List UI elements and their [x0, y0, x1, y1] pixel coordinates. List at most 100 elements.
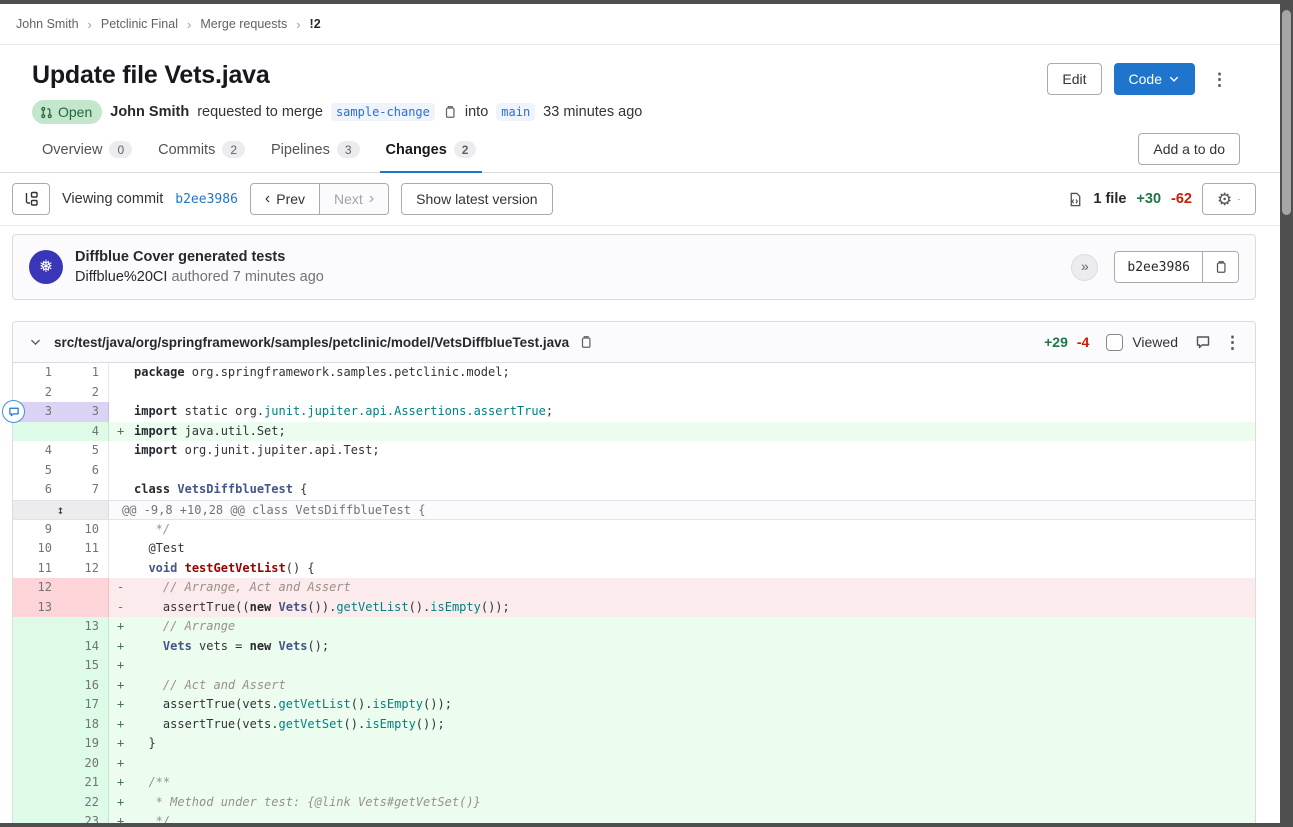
- comment-icon: [1195, 334, 1211, 350]
- breadcrumb-item-merge-requests[interactable]: Merge requests: [200, 17, 287, 31]
- target-branch-label[interactable]: main: [496, 103, 535, 121]
- mr-tabs-bar: Overview0 Commits2 Pipelines3 Changes2 A…: [0, 126, 1280, 173]
- new-line-number[interactable]: 7: [61, 480, 109, 500]
- chevron-down-icon: [1168, 73, 1180, 85]
- collapse-file-button[interactable]: [29, 336, 42, 349]
- old-line-number[interactable]: 13: [13, 598, 61, 618]
- tab-pipelines[interactable]: Pipelines3: [261, 126, 370, 172]
- new-line-number[interactable]: 15: [61, 656, 109, 676]
- double-chevron-right-icon: »: [1081, 258, 1089, 274]
- old-line-number[interactable]: 5: [13, 461, 61, 481]
- diff-row: 56: [13, 461, 1255, 481]
- old-line-number[interactable]: 4: [13, 441, 61, 461]
- new-line-number[interactable]: 23: [61, 812, 109, 823]
- file-tree-toggle-button[interactable]: [12, 183, 50, 215]
- old-line-number[interactable]: [13, 695, 61, 715]
- old-line-number[interactable]: [13, 773, 61, 793]
- new-line-number[interactable]: 17: [61, 695, 109, 715]
- code-button[interactable]: Code: [1114, 63, 1195, 95]
- diff-marker: +: [117, 754, 134, 774]
- code-line: void testGetVetList() {: [109, 559, 1255, 579]
- breadcrumb-item-user[interactable]: John Smith: [16, 17, 79, 31]
- clipboard-icon: [1214, 260, 1228, 274]
- new-line-number[interactable]: 16: [61, 676, 109, 696]
- new-line-number[interactable]: 14: [61, 637, 109, 657]
- old-line-number[interactable]: [13, 637, 61, 657]
- diff-marker: +: [117, 617, 134, 637]
- new-line-number[interactable]: 3: [61, 402, 109, 422]
- old-line-number[interactable]: 1: [13, 363, 61, 383]
- next-commit-button[interactable]: Next›: [320, 183, 389, 215]
- code-text: @Test: [134, 539, 185, 559]
- more-actions-button[interactable]: ⋮: [1207, 63, 1232, 95]
- new-line-number[interactable]: 13: [61, 617, 109, 637]
- new-line-number[interactable]: 4: [61, 422, 109, 442]
- new-line-number[interactable]: [61, 578, 109, 598]
- new-line-number[interactable]: 6: [61, 461, 109, 481]
- new-line-number[interactable]: [61, 598, 109, 618]
- code-text: import static org.junit.jupiter.api.Asse…: [134, 402, 553, 422]
- breadcrumb-item-project[interactable]: Petclinic Final: [101, 17, 178, 31]
- diff-marker: +: [117, 637, 134, 657]
- new-line-number[interactable]: 22: [61, 793, 109, 813]
- copy-path-button[interactable]: [579, 335, 593, 349]
- new-line-number[interactable]: 12: [61, 559, 109, 579]
- old-line-number[interactable]: [13, 676, 61, 696]
- prev-commit-button[interactable]: ‹Prev: [250, 183, 320, 215]
- viewing-commit-text: Viewing commit: [62, 191, 163, 207]
- edit-button[interactable]: Edit: [1047, 63, 1101, 95]
- breadcrumb-item-mr-id: !2: [310, 17, 321, 31]
- mr-author[interactable]: John Smith: [110, 104, 189, 120]
- tab-count-badge: 2: [454, 141, 477, 158]
- old-line-number[interactable]: [13, 754, 61, 774]
- new-line-number[interactable]: 1: [61, 363, 109, 383]
- file-options-button[interactable]: ⋮: [1224, 334, 1241, 351]
- tab-overview[interactable]: Overview0: [32, 126, 142, 172]
- new-line-number[interactable]: 2: [61, 383, 109, 403]
- diff-marker: +: [117, 715, 134, 735]
- add-todo-button[interactable]: Add a to do: [1138, 133, 1240, 165]
- show-latest-version-button[interactable]: Show latest version: [401, 183, 552, 215]
- old-line-number[interactable]: 6: [13, 480, 61, 500]
- source-branch-label[interactable]: sample-change: [331, 103, 435, 121]
- old-line-number[interactable]: [13, 812, 61, 823]
- line-comment-indicator[interactable]: [2, 400, 25, 423]
- tab-changes[interactable]: Changes2: [376, 126, 487, 172]
- old-line-number[interactable]: [13, 617, 61, 637]
- old-line-number[interactable]: [13, 656, 61, 676]
- new-line-number[interactable]: 20: [61, 754, 109, 774]
- old-line-number[interactable]: [13, 793, 61, 813]
- expand-lines-button[interactable]: ↕: [13, 501, 109, 519]
- scrollbar-thumb[interactable]: [1282, 10, 1291, 215]
- file-path[interactable]: src/test/java/org/springframework/sample…: [54, 335, 569, 350]
- viewed-checkbox[interactable]: [1106, 334, 1123, 351]
- tab-commits[interactable]: Commits2: [148, 126, 255, 172]
- code-line: - assertTrue((new Vets()).getVetList().i…: [109, 598, 1255, 618]
- copy-sha-button[interactable]: [1202, 252, 1238, 282]
- old-line-number[interactable]: [13, 715, 61, 735]
- new-line-number[interactable]: 11: [61, 539, 109, 559]
- old-line-number[interactable]: [13, 734, 61, 754]
- expand-commit-details-button[interactable]: »: [1071, 254, 1098, 281]
- new-line-number[interactable]: 19: [61, 734, 109, 754]
- new-line-number[interactable]: 18: [61, 715, 109, 735]
- commit-author[interactable]: Diffblue%20CI: [75, 269, 167, 285]
- old-line-number[interactable]: 10: [13, 539, 61, 559]
- diff-settings-button[interactable]: ⚙: [1202, 183, 1256, 215]
- commit-sha-link[interactable]: b2ee3986: [175, 192, 238, 207]
- old-line-number[interactable]: 9: [13, 520, 61, 540]
- files-count: 1 file: [1093, 191, 1126, 207]
- old-line-number[interactable]: 11: [13, 559, 61, 579]
- new-line-number[interactable]: 21: [61, 773, 109, 793]
- new-line-number[interactable]: 5: [61, 441, 109, 461]
- diff-marker: +: [117, 422, 134, 442]
- old-line-number[interactable]: [13, 422, 61, 442]
- old-line-number[interactable]: 12: [13, 578, 61, 598]
- old-line-number[interactable]: 2: [13, 383, 61, 403]
- file-comment-button[interactable]: [1195, 334, 1211, 350]
- code-text: */: [134, 812, 170, 823]
- code-line: + assertTrue(vets.getVetList().isEmpty()…: [109, 695, 1255, 715]
- hunk-header: @@ -9,8 +10,28 @@ class VetsDiffblueTest…: [109, 501, 1255, 519]
- new-line-number[interactable]: 10: [61, 520, 109, 540]
- copy-branch-button[interactable]: [443, 105, 457, 119]
